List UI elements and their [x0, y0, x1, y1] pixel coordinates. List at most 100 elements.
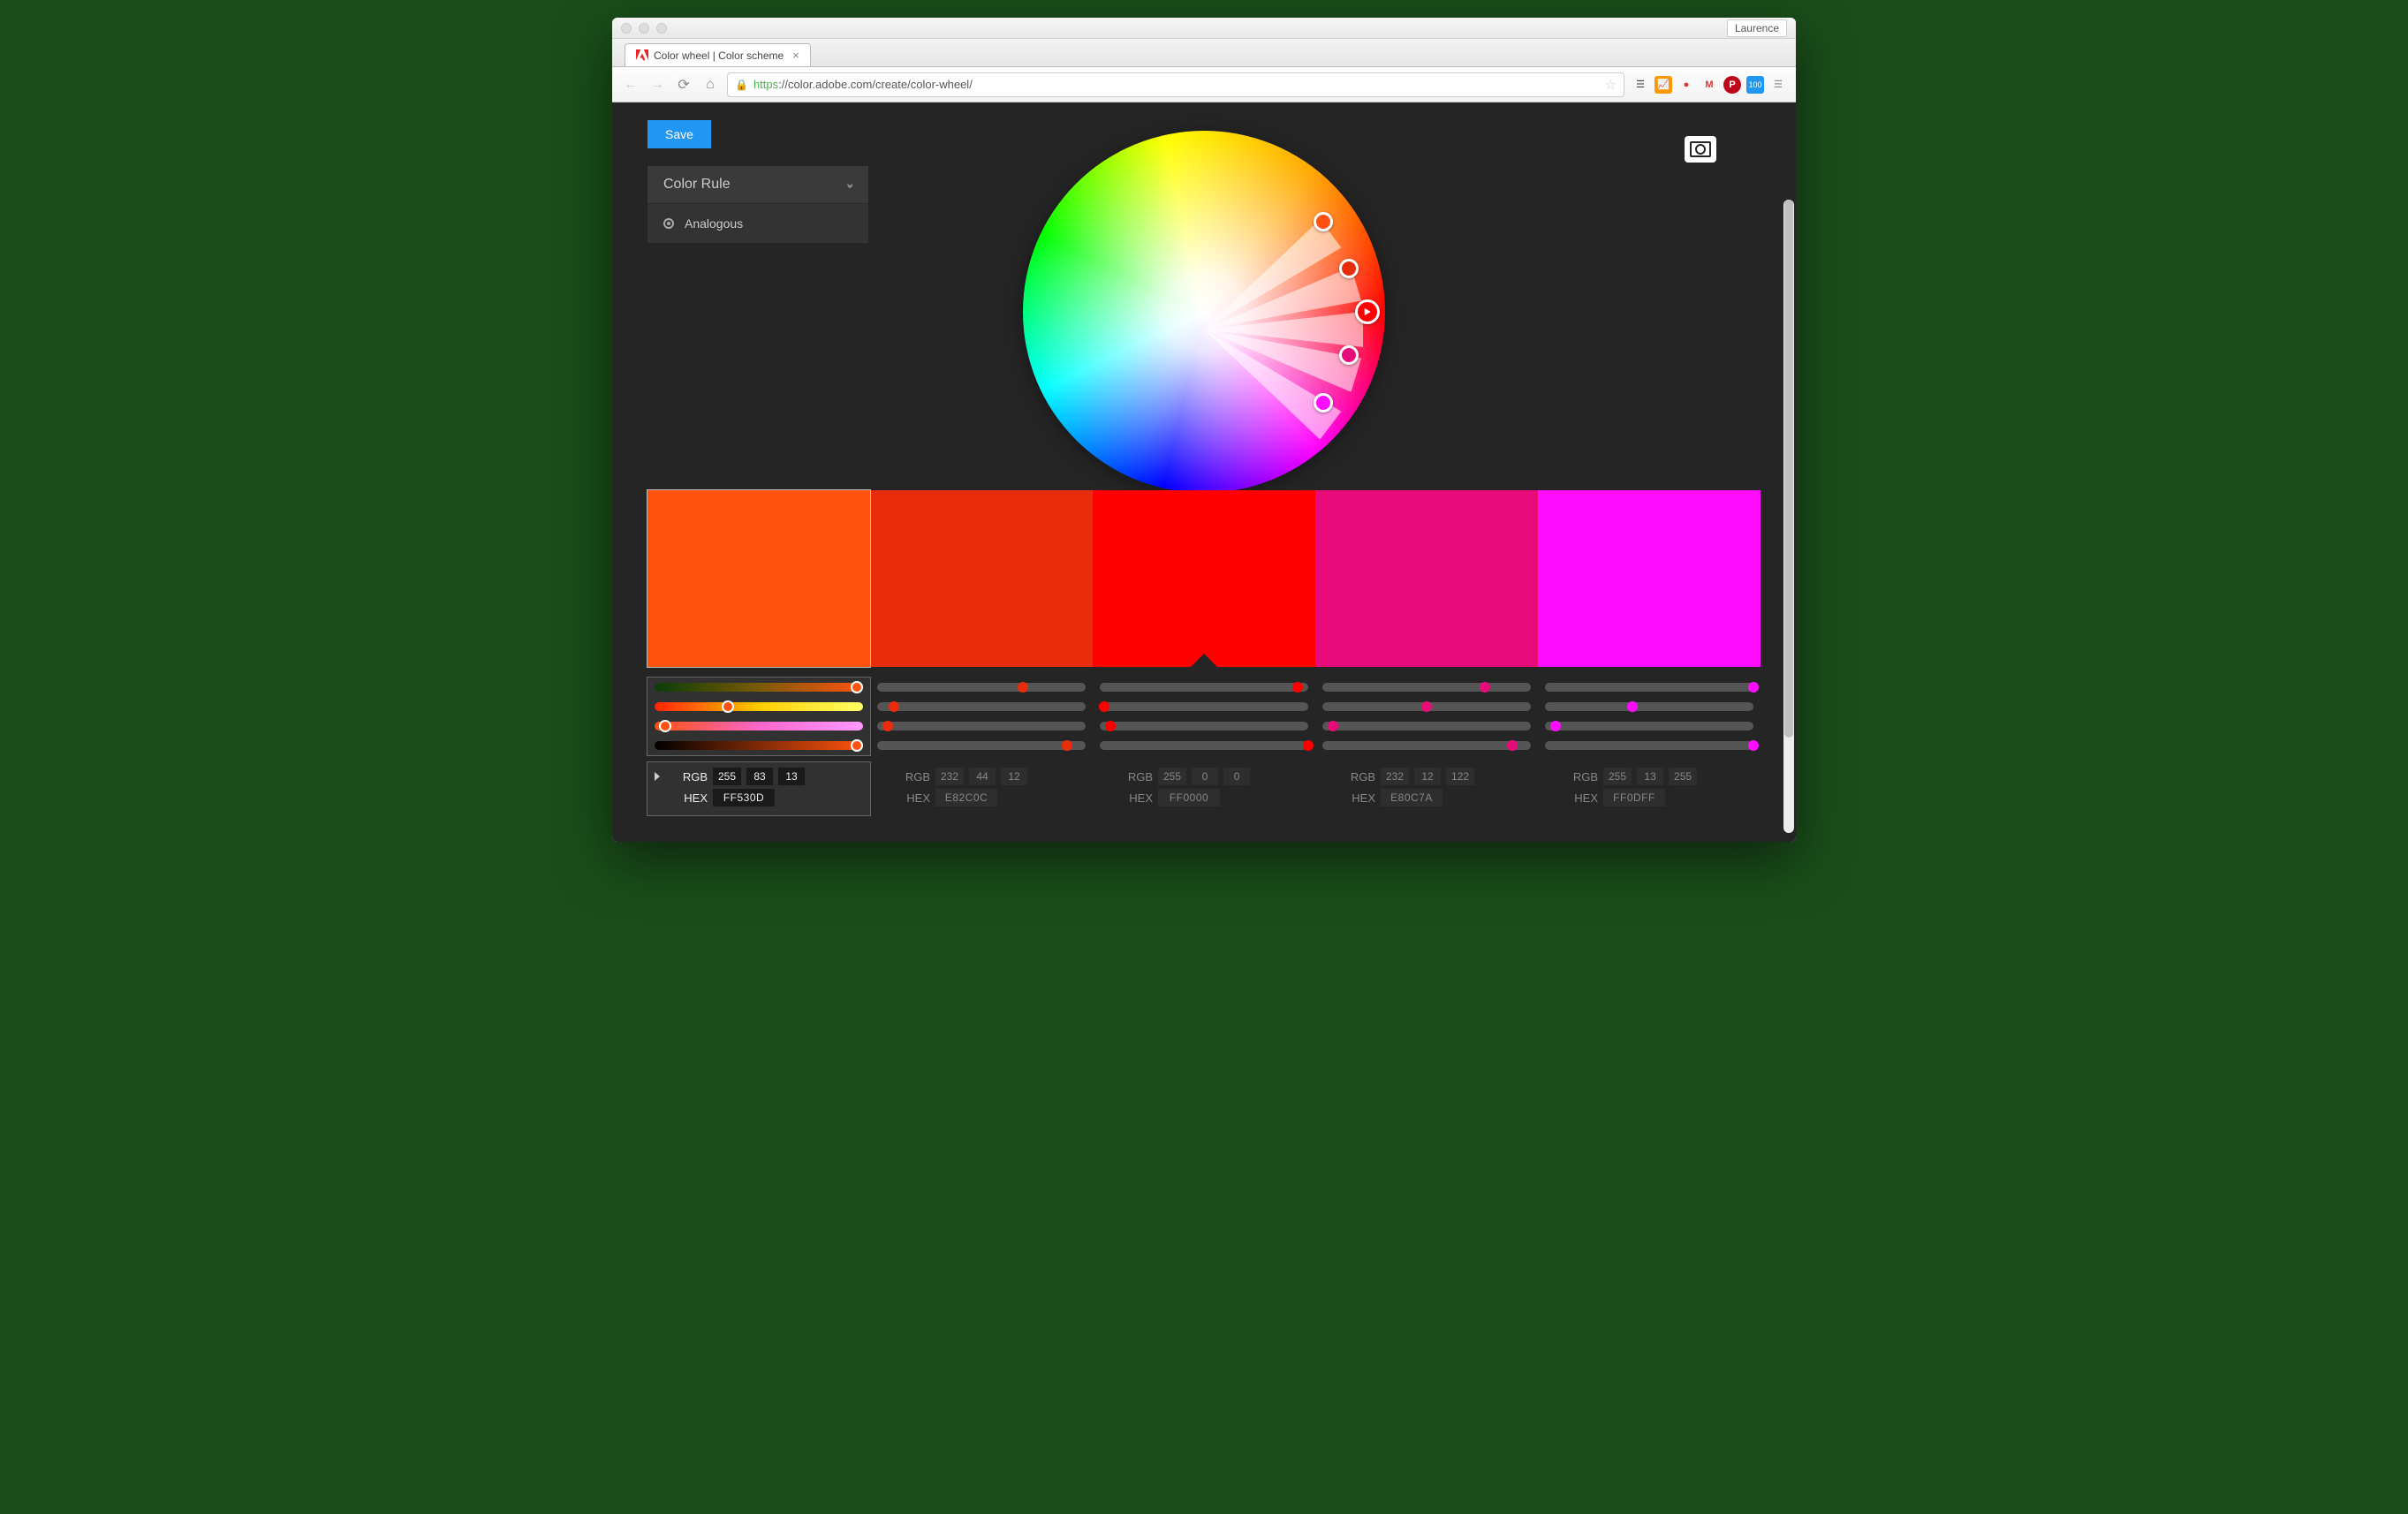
slider-column [647, 678, 870, 755]
b-value[interactable]: 12 [1001, 768, 1027, 785]
slider-handle[interactable] [1480, 682, 1490, 693]
rule-option-analogous[interactable]: Analogous [647, 204, 868, 243]
slider-handle[interactable] [882, 721, 893, 731]
g-value[interactable]: 13 [1637, 768, 1663, 785]
wheel-picker[interactable] [1314, 393, 1333, 413]
home-button[interactable]: ⌂ [700, 75, 720, 95]
b-value[interactable]: 255 [1669, 768, 1697, 785]
wheel-picker[interactable] [1339, 345, 1359, 365]
lightness-slider[interactable] [877, 722, 1086, 731]
menu-icon[interactable]: ☰ [1769, 76, 1787, 94]
swatch[interactable] [647, 490, 870, 667]
browser-tab[interactable]: Color wheel | Color scheme × [625, 43, 811, 66]
extract-from-image-button[interactable] [1685, 136, 1716, 163]
g-value[interactable]: 83 [746, 768, 773, 785]
lightness-slider[interactable] [655, 722, 863, 731]
saturation-slider[interactable] [655, 702, 863, 711]
r-value[interactable]: 255 [1158, 768, 1186, 785]
slider-handle[interactable] [1105, 721, 1116, 731]
slider-handle[interactable] [1421, 701, 1432, 712]
slider-handle[interactable] [722, 700, 734, 713]
slider-handle[interactable] [1099, 701, 1109, 712]
r-value[interactable]: 255 [713, 768, 741, 785]
hex-value[interactable]: E80C7A [1381, 789, 1443, 806]
swatch[interactable] [1315, 490, 1538, 667]
save-button[interactable]: Save [647, 120, 711, 148]
profile-badge[interactable]: Laurence [1727, 19, 1787, 37]
wheel-picker[interactable] [1355, 299, 1380, 324]
hue-slider[interactable] [1100, 683, 1308, 692]
slider-handle[interactable] [851, 681, 863, 693]
forward-button[interactable]: → [647, 75, 667, 95]
buffer-ext-icon[interactable]: ☰ [1632, 76, 1649, 94]
slider-handle[interactable] [1292, 682, 1303, 693]
saturation-slider[interactable] [1100, 702, 1308, 711]
tips-ext-icon[interactable]: 100 [1746, 76, 1764, 94]
close-tab-icon[interactable]: × [792, 49, 799, 62]
color-rule-toggle[interactable]: Color Rule ›› [647, 166, 868, 204]
hue-slider[interactable] [877, 683, 1086, 692]
slider-handle[interactable] [851, 739, 863, 752]
brightness-slider[interactable] [1545, 741, 1753, 750]
swatch[interactable] [1538, 490, 1761, 667]
traffic-lights[interactable] [621, 23, 667, 34]
base-color-indicator [1190, 654, 1218, 668]
r-value[interactable]: 255 [1603, 768, 1632, 785]
swatch[interactable] [1093, 490, 1315, 667]
brightness-slider[interactable] [1322, 741, 1531, 750]
saturation-slider[interactable] [1545, 702, 1753, 711]
saturation-slider[interactable] [1322, 702, 1531, 711]
b-value[interactable]: 0 [1223, 768, 1250, 785]
hex-value[interactable]: FF0000 [1158, 789, 1220, 806]
slider-handle[interactable] [1550, 721, 1561, 731]
opera-ext-icon[interactable]: ● [1677, 76, 1695, 94]
b-value[interactable]: 13 [778, 768, 805, 785]
slider-handle[interactable] [1507, 740, 1518, 751]
brightness-slider[interactable] [1100, 741, 1308, 750]
triangle-right-icon[interactable] [655, 772, 660, 781]
wheel-picker[interactable] [1339, 259, 1359, 278]
hue-slider[interactable] [1545, 683, 1753, 692]
slider-handle[interactable] [1748, 682, 1759, 693]
back-button[interactable]: ← [621, 75, 640, 95]
g-value[interactable]: 44 [969, 768, 996, 785]
slider-handle[interactable] [1748, 740, 1759, 751]
address-bar[interactable]: 🔒 https ://color.adobe.com/create/color-… [727, 72, 1624, 97]
lightness-slider[interactable] [1100, 722, 1308, 731]
g-value[interactable]: 12 [1414, 768, 1441, 785]
hex-label: HEX [1110, 791, 1153, 805]
g-value[interactable]: 0 [1192, 768, 1218, 785]
slider-column [870, 683, 1093, 750]
b-value[interactable]: 122 [1446, 768, 1474, 785]
slider-handle[interactable] [659, 720, 671, 732]
brightness-slider[interactable] [877, 741, 1086, 750]
r-value[interactable]: 232 [1381, 768, 1409, 785]
slider-handle[interactable] [1303, 740, 1314, 751]
color-wheel[interactable] [1023, 131, 1385, 493]
hue-slider[interactable] [1322, 683, 1531, 692]
slider-handle[interactable] [1062, 740, 1072, 751]
hue-slider[interactable] [655, 683, 863, 692]
r-value[interactable]: 232 [935, 768, 964, 785]
lightness-slider[interactable] [1322, 722, 1531, 731]
color-rule-label: Color Rule [663, 177, 731, 193]
gmail-ext-icon[interactable]: M [1700, 76, 1718, 94]
slider-handle[interactable] [1328, 721, 1338, 731]
lightness-slider[interactable] [1545, 722, 1753, 731]
scrollbar-thumb[interactable] [1784, 200, 1793, 738]
slider-handle[interactable] [1018, 682, 1028, 693]
hex-value[interactable]: FF530D [713, 789, 775, 806]
analytics-ext-icon[interactable]: 📈 [1655, 76, 1672, 94]
saturation-slider[interactable] [877, 702, 1086, 711]
slider-handle[interactable] [889, 701, 899, 712]
brightness-slider[interactable] [655, 741, 863, 750]
pinterest-ext-icon[interactable]: P [1723, 76, 1741, 94]
wheel-picker[interactable] [1314, 212, 1333, 231]
reload-button[interactable]: ⟳ [674, 75, 693, 95]
swatch[interactable] [870, 490, 1093, 667]
hex-value[interactable]: E82C0C [935, 789, 997, 806]
bookmark-star-icon[interactable]: ☆ [1605, 77, 1617, 93]
hex-value[interactable]: FF0DFF [1603, 789, 1665, 806]
scrollbar[interactable] [1783, 200, 1794, 833]
slider-handle[interactable] [1627, 701, 1638, 712]
